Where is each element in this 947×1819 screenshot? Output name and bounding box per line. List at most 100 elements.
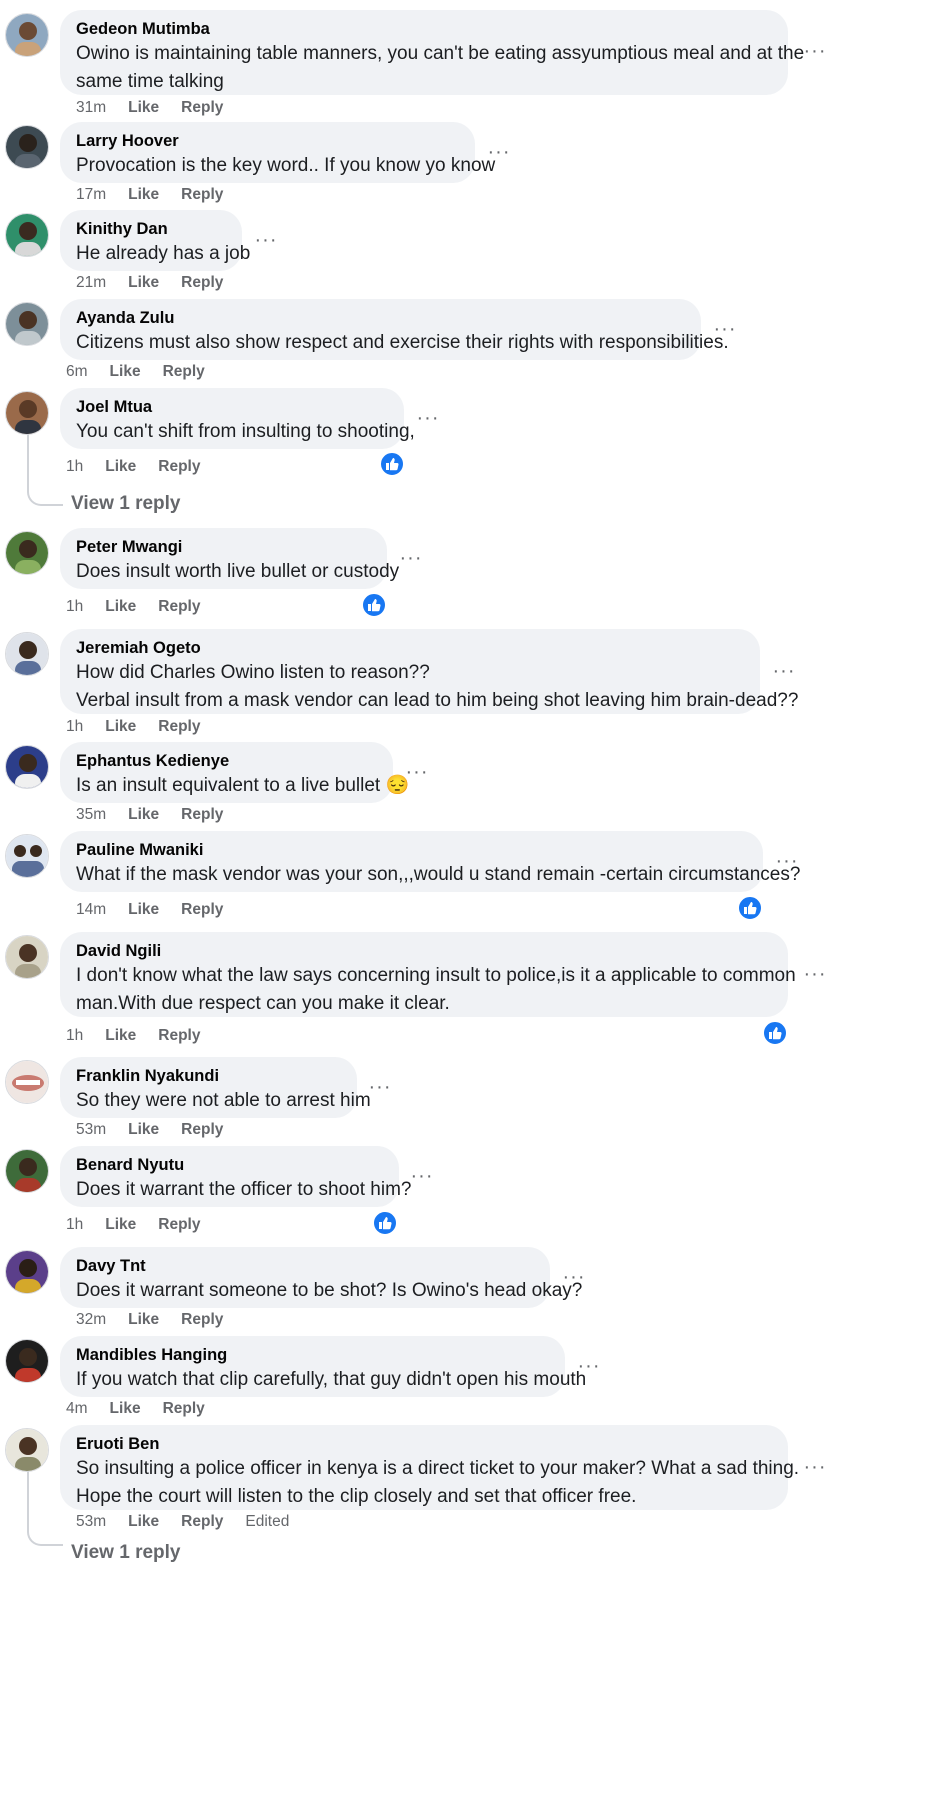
like-button[interactable]: Like <box>128 806 159 824</box>
comment-author[interactable]: Eruoti Ben <box>76 1434 772 1455</box>
comment-author[interactable]: Peter Mwangi <box>76 537 371 558</box>
like-button[interactable]: Like <box>110 1400 141 1418</box>
comment-bubble: Eruoti Ben So insulting a police officer… <box>60 1425 799 1510</box>
comment-time[interactable]: 4m <box>66 1400 88 1418</box>
comment-time[interactable]: 14m <box>76 901 106 919</box>
more-options-icon[interactable]: ··· <box>801 41 829 65</box>
comment-time[interactable]: 35m <box>76 806 106 824</box>
reply-button[interactable]: Reply <box>158 458 200 476</box>
reply-button[interactable]: Reply <box>181 99 223 117</box>
like-reaction-icon[interactable] <box>372 1210 398 1236</box>
reply-button[interactable]: Reply <box>181 1311 223 1329</box>
like-button[interactable]: Like <box>105 1216 136 1234</box>
more-options-icon[interactable]: ··· <box>414 408 442 432</box>
more-options-icon[interactable]: ··· <box>560 1267 588 1291</box>
like-reaction-icon[interactable] <box>737 895 763 921</box>
more-options-icon[interactable]: ··· <box>408 1166 436 1190</box>
reply-button[interactable]: Reply <box>181 1513 223 1531</box>
avatar[interactable] <box>5 13 49 57</box>
avatar[interactable] <box>5 125 49 169</box>
more-options-icon[interactable]: ··· <box>397 548 425 572</box>
comment-author[interactable]: Jeremiah Ogeto <box>76 638 744 659</box>
like-button[interactable]: Like <box>128 1311 159 1329</box>
comment-author[interactable]: Pauline Mwaniki <box>76 840 747 861</box>
like-button[interactable]: Like <box>128 1121 159 1139</box>
comment-time[interactable]: 1h <box>66 458 83 476</box>
comment-time[interactable]: 21m <box>76 274 106 292</box>
comment-author[interactable]: Joel Mtua <box>76 397 388 418</box>
like-button[interactable]: Like <box>105 1027 136 1045</box>
comment-author[interactable]: Ayanda Zulu <box>76 308 685 329</box>
comment-actions: 1h Like Reply <box>66 718 222 736</box>
comment-time[interactable]: 1h <box>66 1027 83 1045</box>
more-options-icon[interactable]: ··· <box>711 319 739 343</box>
avatar[interactable] <box>5 1149 49 1193</box>
comment-author[interactable]: Ephantus Kedienye <box>76 751 377 772</box>
comment-time[interactable]: 1h <box>66 1216 83 1234</box>
more-options-icon[interactable]: ··· <box>485 142 513 166</box>
reply-button[interactable]: Reply <box>158 1027 200 1045</box>
comment-time[interactable]: 32m <box>76 1311 106 1329</box>
comment-time[interactable]: 17m <box>76 186 106 204</box>
avatar[interactable] <box>5 834 49 878</box>
comment-bubble: Peter Mwangi Does insult worth live bull… <box>60 528 399 589</box>
like-button[interactable]: Like <box>105 718 136 736</box>
more-options-icon[interactable]: ··· <box>773 851 801 875</box>
avatar[interactable] <box>5 1339 49 1383</box>
like-reaction-icon[interactable] <box>361 592 387 618</box>
reply-button[interactable]: Reply <box>163 363 205 381</box>
avatar[interactable] <box>5 1428 49 1472</box>
comment-time[interactable]: 1h <box>66 598 83 616</box>
like-button[interactable]: Like <box>105 458 136 476</box>
reply-button[interactable]: Reply <box>181 274 223 292</box>
more-options-icon[interactable]: ··· <box>770 661 798 685</box>
avatar[interactable] <box>5 531 49 575</box>
view-replies-link[interactable]: View 1 reply <box>71 1542 181 1564</box>
more-options-icon[interactable]: ··· <box>366 1077 394 1101</box>
like-button[interactable]: Like <box>128 274 159 292</box>
comment-author[interactable]: Benard Nyutu <box>76 1155 383 1176</box>
reply-button[interactable]: Reply <box>163 1400 205 1418</box>
more-options-icon[interactable]: ··· <box>575 1356 603 1380</box>
avatar[interactable] <box>5 935 49 979</box>
more-options-icon[interactable]: ··· <box>801 1457 829 1481</box>
like-button[interactable]: Like <box>128 1513 159 1531</box>
comment-time[interactable]: 1h <box>66 718 83 736</box>
avatar[interactable] <box>5 632 49 676</box>
view-replies-link[interactable]: View 1 reply <box>71 493 181 515</box>
comment-author[interactable]: Franklin Nyakundi <box>76 1066 341 1087</box>
like-button[interactable]: Like <box>110 363 141 381</box>
more-options-icon[interactable]: ··· <box>252 230 280 254</box>
avatar[interactable] <box>5 391 49 435</box>
reply-button[interactable]: Reply <box>181 806 223 824</box>
comment-author[interactable]: Gedeon Mutimba <box>76 19 772 40</box>
comment-time[interactable]: 53m <box>76 1121 106 1139</box>
comment-author[interactable]: David Ngili <box>76 941 772 962</box>
like-reaction-icon[interactable] <box>379 451 405 477</box>
like-button[interactable]: Like <box>128 186 159 204</box>
comment-author[interactable]: Larry Hoover <box>76 131 459 152</box>
comment-author[interactable]: Kinithy Dan <box>76 219 226 240</box>
reply-button[interactable]: Reply <box>181 1121 223 1139</box>
avatar[interactable] <box>5 302 49 346</box>
comment-author[interactable]: Davy Tnt <box>76 1256 534 1277</box>
reply-button[interactable]: Reply <box>158 1216 200 1234</box>
like-button[interactable]: Like <box>128 99 159 117</box>
avatar[interactable] <box>5 745 49 789</box>
reply-button[interactable]: Reply <box>158 718 200 736</box>
like-button[interactable]: Like <box>105 598 136 616</box>
comment-time[interactable]: 53m <box>76 1513 106 1531</box>
more-options-icon[interactable]: ··· <box>403 762 431 786</box>
avatar[interactable] <box>5 213 49 257</box>
like-reaction-icon[interactable] <box>762 1020 788 1046</box>
reply-button[interactable]: Reply <box>181 186 223 204</box>
like-button[interactable]: Like <box>128 901 159 919</box>
avatar[interactable] <box>5 1060 49 1104</box>
comment-author[interactable]: Mandibles Hanging <box>76 1345 549 1366</box>
avatar[interactable] <box>5 1250 49 1294</box>
more-options-icon[interactable]: ··· <box>801 964 829 988</box>
comment-time[interactable]: 6m <box>66 363 88 381</box>
reply-button[interactable]: Reply <box>158 598 200 616</box>
comment-time[interactable]: 31m <box>76 99 106 117</box>
reply-button[interactable]: Reply <box>181 901 223 919</box>
